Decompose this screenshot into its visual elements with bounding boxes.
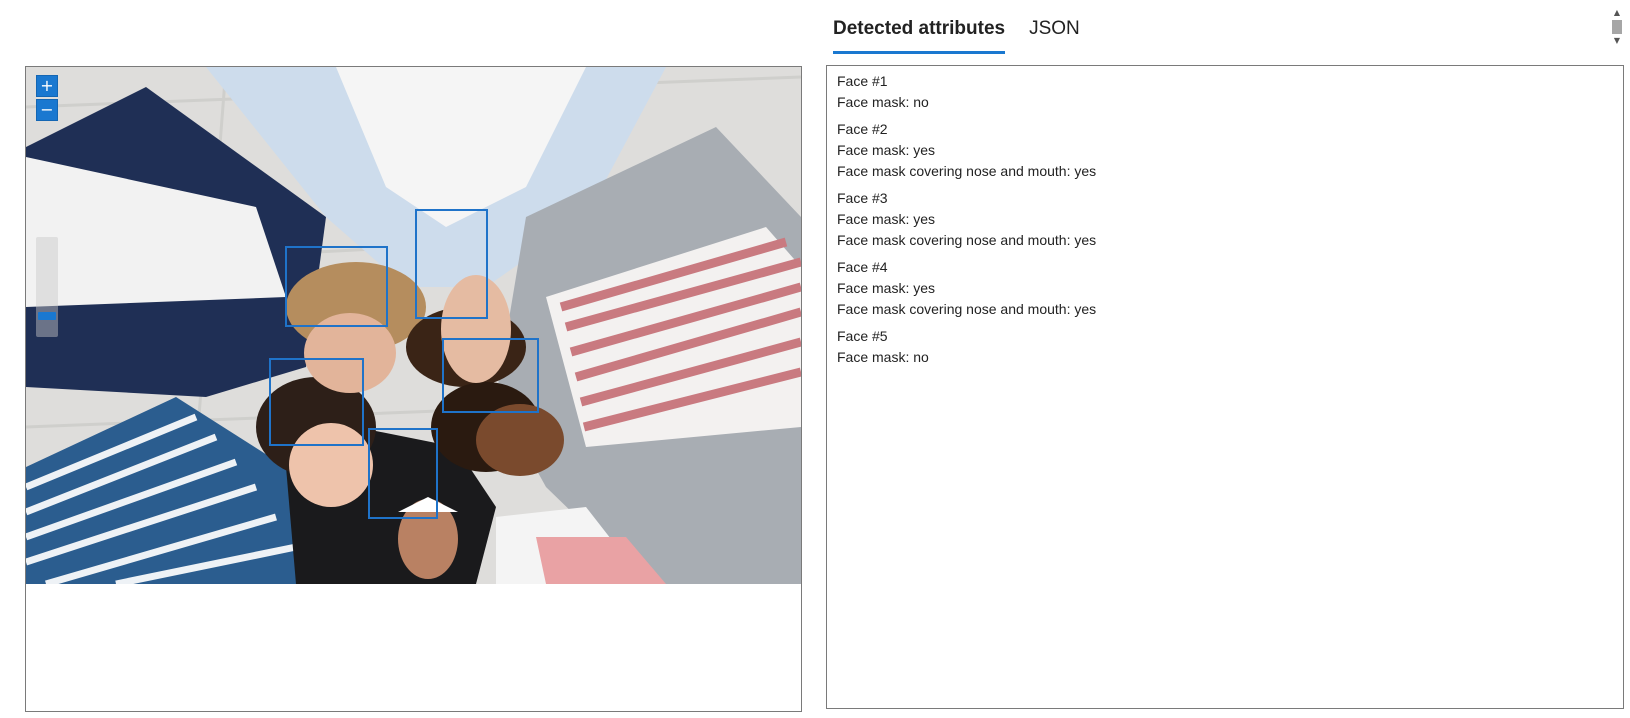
zoom-in-button[interactable]: + [36, 75, 58, 97]
face-attribute: Face mask covering nose and mouth: yes [837, 163, 1097, 179]
face-attribute: Face mask covering nose and mouth: yes [837, 301, 1097, 317]
face-box-2[interactable] [415, 209, 488, 319]
face-attribute: Face mask: yes [837, 280, 936, 296]
face-title: Face #5 [837, 328, 888, 344]
face-title: Face #2 [837, 121, 888, 137]
face-result-3: Face #3 Face mask: yes Face mask coverin… [837, 188, 1613, 251]
zoom-slider-thumb[interactable] [38, 311, 56, 320]
face-attribute: Face mask: no [837, 94, 929, 110]
group-photo: + − [26, 67, 801, 584]
zoom-out-button[interactable]: − [36, 99, 58, 121]
image-viewer[interactable]: + − [25, 66, 802, 712]
face-attribute: Face mask: yes [837, 211, 936, 227]
face-result-1: Face #1 Face mask: no [837, 71, 1613, 113]
face-title: Face #4 [837, 259, 888, 275]
scroll-up-icon[interactable]: ▲ [1611, 8, 1623, 18]
zoom-controls: + − [36, 75, 58, 123]
face-box-5[interactable] [368, 428, 438, 519]
face-result-4: Face #4 Face mask: yes Face mask coverin… [837, 257, 1613, 320]
face-detection-page: + − Detected attributes JSON ▲ ▼ Face #1… [0, 0, 1630, 718]
face-box-1[interactable] [285, 246, 388, 327]
plus-icon: + [40, 76, 54, 95]
face-attribute: Face mask: no [837, 349, 929, 365]
face-box-3[interactable] [269, 358, 364, 446]
face-result-5: Face #5 Face mask: no [837, 326, 1613, 368]
face-result-2: Face #2 Face mask: yes Face mask coverin… [837, 119, 1613, 182]
face-title: Face #3 [837, 190, 888, 206]
tab-json[interactable]: JSON [1029, 14, 1080, 54]
face-box-4[interactable] [442, 338, 539, 413]
scrollbar-thumb[interactable] [1612, 20, 1622, 34]
minus-icon: − [40, 100, 54, 119]
result-tabs: Detected attributes JSON [833, 14, 1080, 54]
scroll-down-icon[interactable]: ▼ [1611, 36, 1623, 46]
face-attribute: Face mask covering nose and mouth: yes [837, 232, 1097, 248]
tab-detected-attributes[interactable]: Detected attributes [833, 14, 1006, 54]
detected-attributes-panel: Face #1 Face mask: no Face #2 Face mask:… [826, 65, 1624, 709]
panel-scrollbar[interactable]: ▲ ▼ [1611, 8, 1623, 52]
face-title: Face #1 [837, 73, 888, 89]
zoom-slider[interactable] [36, 237, 58, 337]
face-attribute: Face mask: yes [837, 142, 936, 158]
